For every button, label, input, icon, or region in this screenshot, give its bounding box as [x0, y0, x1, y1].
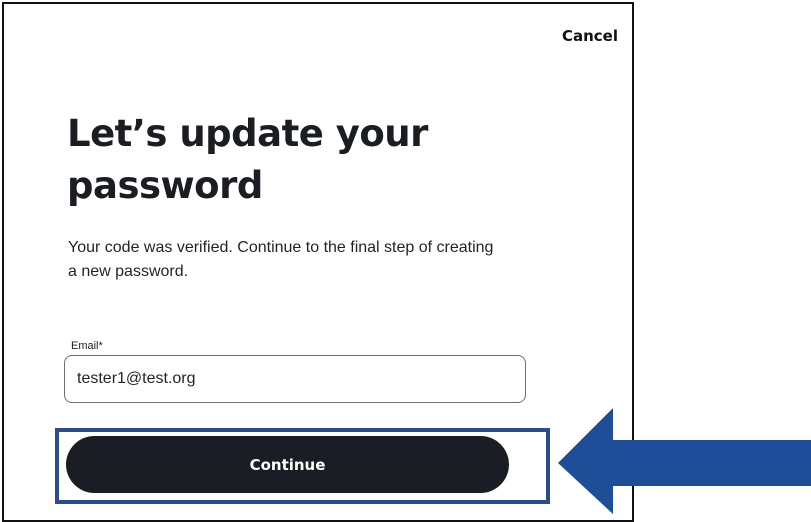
page-subtitle: Your code was verified. Continue to the …: [68, 239, 494, 280]
continue-button[interactable]: Continue: [66, 436, 509, 493]
arrow-shape: [558, 408, 811, 514]
email-field-label: Email*: [71, 340, 103, 352]
cancel-link[interactable]: Cancel: [562, 27, 618, 45]
arrow-left-icon: [558, 408, 811, 514]
page-title: Let’s update your password: [67, 112, 428, 207]
email-field[interactable]: [64, 355, 526, 403]
